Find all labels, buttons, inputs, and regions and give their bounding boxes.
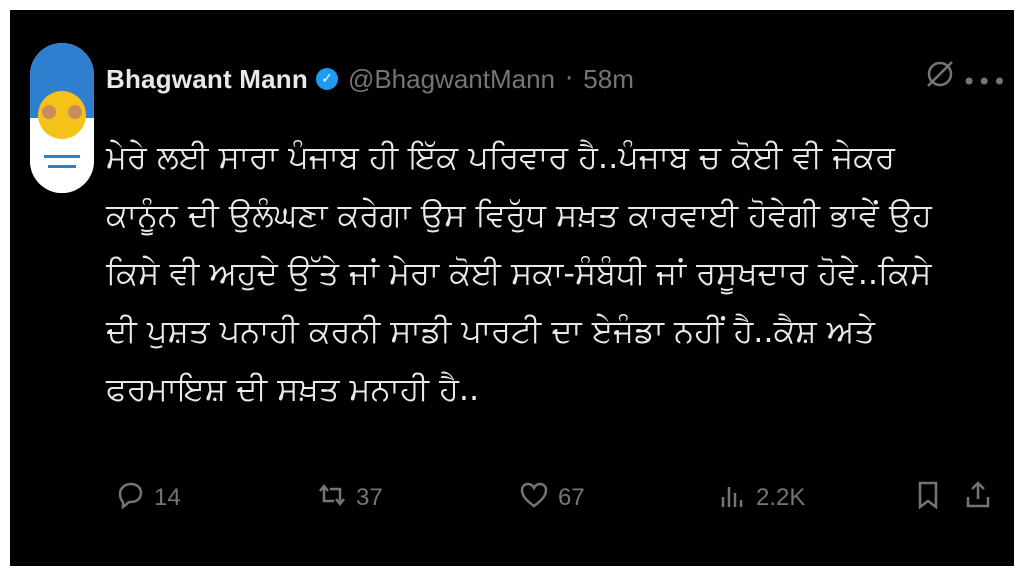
- avatar-person-left: [42, 105, 56, 119]
- more-icon[interactable]: •••: [962, 68, 1007, 96]
- views-count: 2.2K: [756, 484, 806, 511]
- grok-icon[interactable]: [922, 56, 958, 92]
- author-name[interactable]: Bhagwant Mann: [106, 64, 308, 95]
- reply-count: 14: [154, 484, 181, 511]
- screenshot-frame: Bhagwant Mann ✓ @BhagwantMann · 58m ••• …: [0, 0, 1024, 576]
- header-separator: ·: [565, 64, 574, 94]
- tweet-header: Bhagwant Mann ✓ @BhagwantMann · 58m: [106, 62, 634, 96]
- reply-button[interactable]: 14: [114, 478, 181, 518]
- like-button[interactable]: 67: [518, 478, 585, 518]
- tweet-text: ਮੇਰੇ ਲਈ ਸਾਰਾ ਪੰਜਾਬ ਹੀ ਇੱਕ ਪਰਿਵਾਰ ਹੈ..ਪੰਜ…: [106, 138, 942, 408]
- tweet-card[interactable]: Bhagwant Mann ✓ @BhagwantMann · 58m ••• …: [10, 10, 1014, 566]
- reply-icon: [114, 479, 146, 518]
- retweet-count: 37: [356, 484, 383, 511]
- avatar[interactable]: [30, 43, 94, 193]
- tweet-timestamp[interactable]: 58m: [583, 64, 634, 95]
- share-icon: [962, 479, 994, 518]
- author-handle[interactable]: @BhagwantMann: [348, 64, 555, 95]
- share-button[interactable]: [962, 478, 994, 518]
- retweet-button[interactable]: 37: [316, 478, 383, 518]
- avatar-text-line: [44, 155, 80, 158]
- like-icon: [518, 479, 550, 518]
- views-icon: [716, 479, 748, 518]
- bookmark-button[interactable]: [912, 478, 944, 518]
- retweet-icon: [316, 479, 348, 518]
- tweet-actions: 14 37 67 2.2K: [106, 478, 990, 518]
- avatar-person-right: [68, 105, 82, 119]
- views-button[interactable]: 2.2K: [716, 478, 805, 518]
- avatar-text-line: [48, 165, 76, 168]
- like-count: 67: [558, 484, 585, 511]
- bookmark-icon: [912, 479, 944, 518]
- verified-badge-icon: ✓: [315, 68, 338, 90]
